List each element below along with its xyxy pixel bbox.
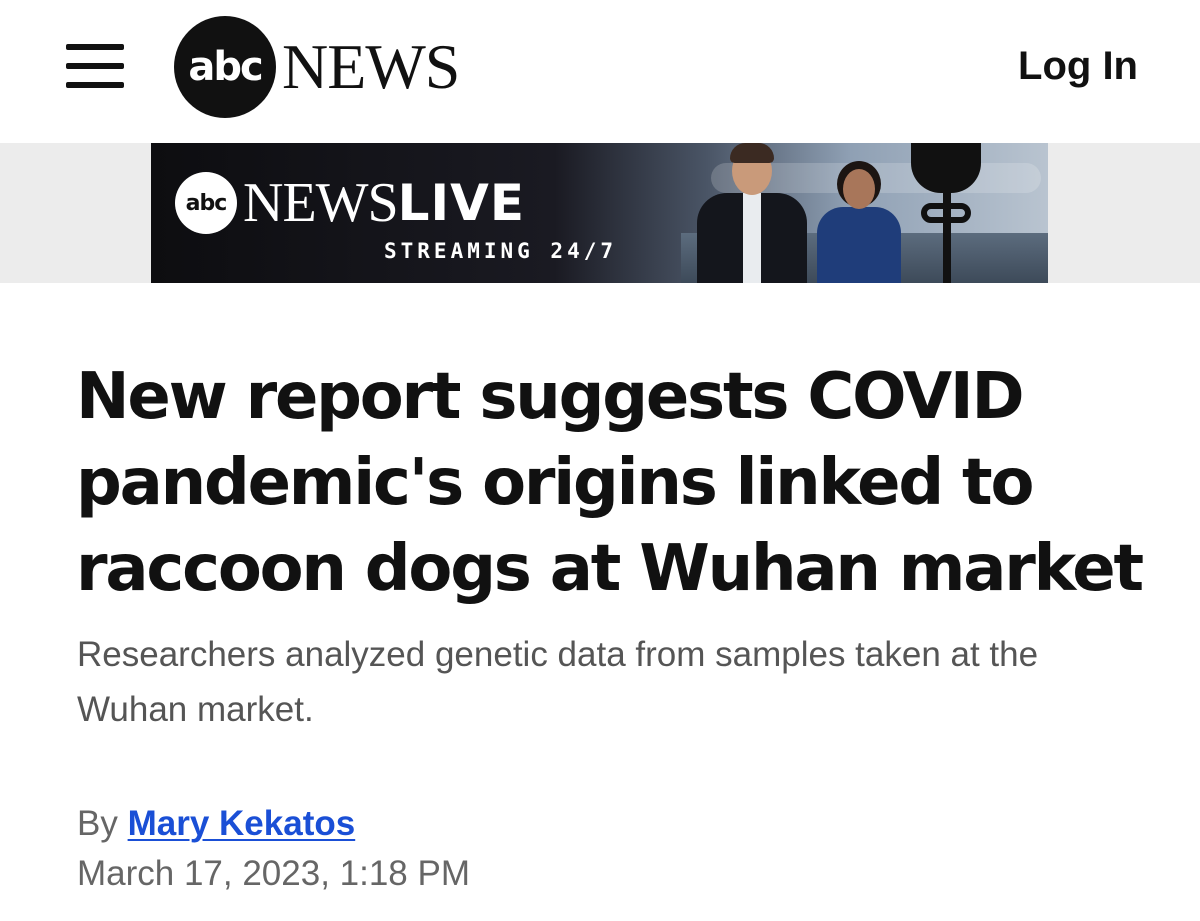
light-lamp (911, 143, 981, 193)
studio-light-icon (891, 143, 1011, 283)
promo-banner-strip: abc NEWS LIVE STREAMING 24/7 (0, 143, 1200, 283)
byline-prefix: By (77, 804, 118, 843)
figure-head (843, 169, 875, 209)
anchor-figure-woman (817, 161, 901, 283)
promo-news-word: NEWS (243, 172, 399, 234)
publish-date: March 17, 2023, 1:18 PM (77, 854, 470, 893)
anchor-figure-man (697, 143, 807, 283)
byline: By Mary Kekatos (77, 802, 355, 846)
login-button[interactable]: Log In (1018, 44, 1138, 89)
promo-live-word: LIVE (397, 174, 525, 232)
hamburger-menu-icon[interactable] (66, 44, 124, 88)
promo-abc-mark: abc (175, 172, 237, 234)
figure-body (817, 207, 901, 283)
menu-bar (66, 63, 124, 69)
news-live-promo-banner[interactable]: abc NEWS LIVE STREAMING 24/7 (151, 143, 1048, 283)
article-subheadline: Researchers analyzed genetic data from s… (77, 635, 1039, 729)
article-headline: New report suggests COVID pandemic's ori… (76, 360, 1144, 606)
figure-hair (730, 143, 774, 163)
abc-news-logo[interactable]: abc NEWS (174, 16, 460, 118)
promo-tagline: STREAMING 24/7 (384, 239, 618, 263)
figure-shirt (743, 193, 761, 283)
logo-wordmark: NEWS (282, 31, 460, 102)
menu-bar (66, 82, 124, 88)
abc-logo-mark: abc (174, 16, 276, 118)
site-header: abc NEWS Log In (0, 0, 1200, 143)
light-pole (943, 187, 951, 283)
news-live-logo: abc NEWS LIVE (175, 171, 525, 235)
menu-bar (66, 44, 124, 50)
author-link[interactable]: Mary Kekatos (128, 804, 356, 843)
